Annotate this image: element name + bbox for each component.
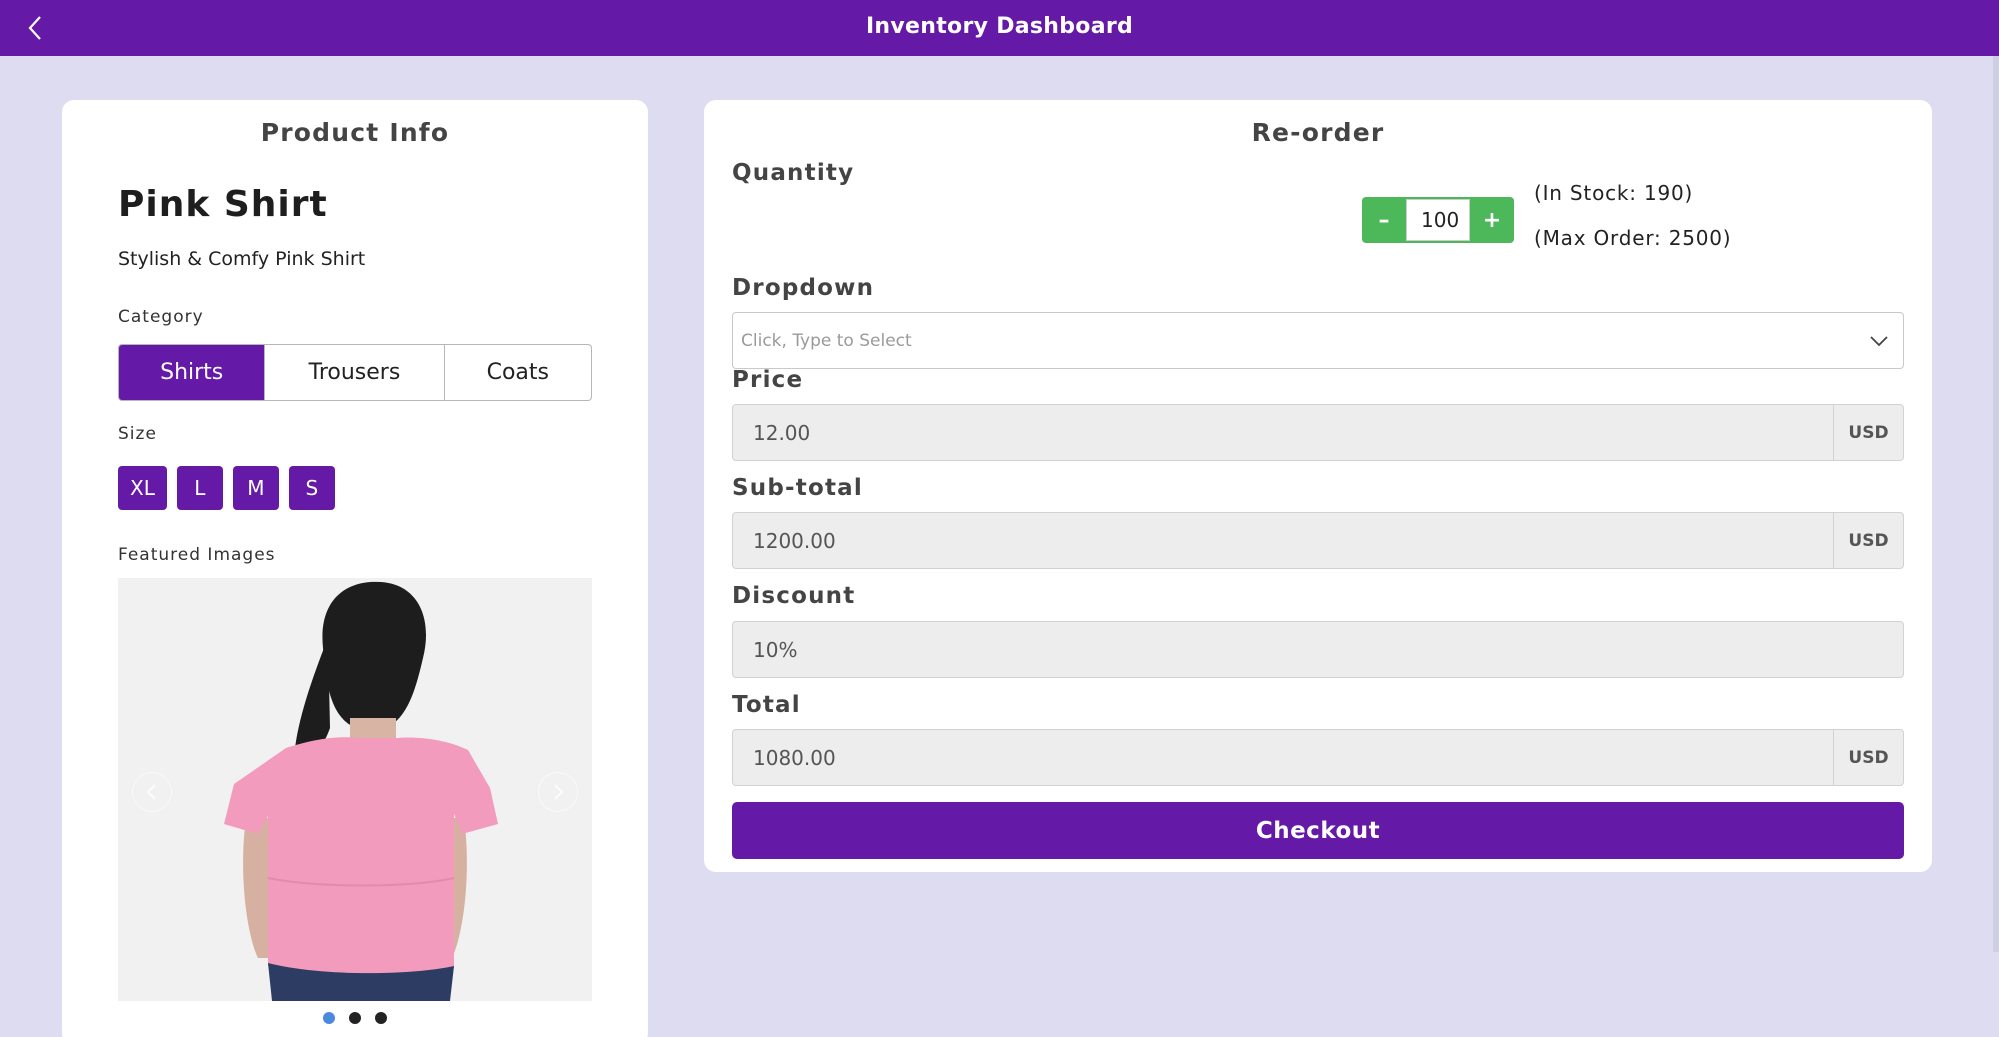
chevron-down-icon [1870, 336, 1888, 347]
size-option-xl[interactable]: XL [118, 466, 167, 510]
total-field: 1080.00 USD [732, 729, 1904, 786]
category-label: Category [118, 307, 204, 327]
dropdown-placeholder: Click, Type to Select [741, 331, 912, 351]
size-option-l[interactable]: L [176, 466, 223, 510]
page-scrollbar[interactable] [1993, 56, 1999, 952]
checkout-button[interactable]: Checkout [732, 802, 1904, 859]
size-options: XL L M S [118, 466, 335, 510]
total-value: 1080.00 [753, 745, 836, 770]
product-image [118, 578, 592, 1001]
in-stock-text: (In Stock: 190) [1534, 181, 1694, 205]
reorder-title: Re-order [1251, 118, 1385, 147]
subtotal-unit: USD [1833, 513, 1903, 568]
price-label: Price [732, 367, 804, 393]
quantity-label: Quantity [732, 160, 855, 186]
featured-images-carousel [118, 578, 592, 1001]
page-title: Inventory Dashboard [865, 14, 1134, 39]
price-unit: USD [1833, 405, 1903, 460]
price-value: 12.00 [753, 420, 811, 445]
chevron-right-icon [554, 784, 564, 800]
total-label: Total [732, 692, 801, 718]
price-field: 12.00 USD [732, 404, 1904, 461]
discount-value: 10% [753, 637, 798, 662]
category-option-shirts[interactable]: Shirts [119, 345, 266, 400]
reorder-card: Re-order Quantity – + (In Stock: 190) (M… [704, 100, 1932, 872]
product-info-title: Product Info [260, 118, 450, 147]
size-option-s[interactable]: S [288, 466, 335, 510]
max-order-text: (Max Order: 2500) [1534, 226, 1732, 250]
top-bar: Inventory Dashboard [0, 0, 1999, 56]
quantity-stepper: – + [1362, 197, 1514, 243]
subtotal-value: 1200.00 [753, 528, 836, 553]
featured-images-label: Featured Images [118, 545, 276, 565]
size-label: Size [118, 424, 157, 444]
carousel-dot[interactable] [323, 1012, 335, 1024]
subtotal-label: Sub-total [732, 475, 863, 501]
category-option-coats[interactable]: Coats [445, 345, 591, 400]
category-segmented-control: Shirts Trousers Coats [118, 344, 592, 401]
category-option-trousers[interactable]: Trousers [265, 345, 445, 400]
carousel-dot[interactable] [349, 1012, 361, 1024]
carousel-prev-button[interactable] [132, 772, 172, 812]
carousel-next-button[interactable] [538, 772, 578, 812]
carousel-dot[interactable] [375, 1012, 387, 1024]
dropdown-select[interactable]: Click, Type to Select [732, 312, 1904, 369]
discount-field: 10% [732, 621, 1904, 678]
subtotal-field: 1200.00 USD [732, 512, 1904, 569]
product-description: Stylish & Comfy Pink Shirt [118, 248, 366, 270]
quantity-input[interactable] [1406, 199, 1470, 241]
quantity-increment-button[interactable]: + [1470, 197, 1514, 243]
chevron-left-icon [146, 784, 156, 800]
product-name: Pink Shirt [118, 184, 328, 225]
carousel-indicators [62, 1012, 648, 1024]
quantity-decrement-button[interactable]: – [1362, 197, 1406, 243]
dropdown-label: Dropdown [732, 275, 875, 301]
size-option-m[interactable]: M [232, 466, 279, 510]
product-info-card: Product Info Pink Shirt Stylish & Comfy … [62, 100, 648, 1037]
discount-label: Discount [732, 583, 856, 609]
total-unit: USD [1833, 730, 1903, 785]
